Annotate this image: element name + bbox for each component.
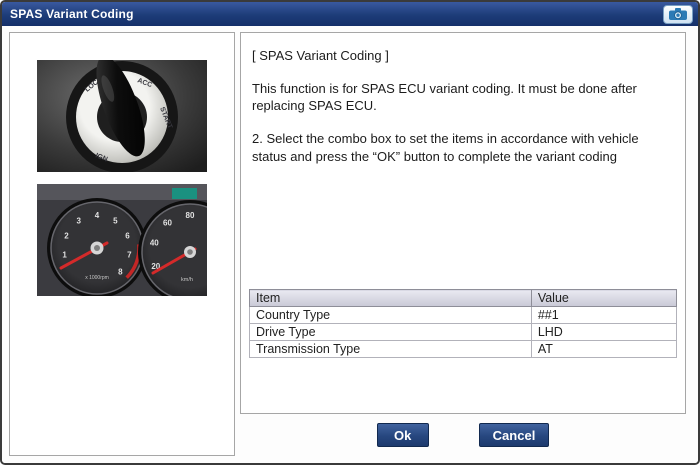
instruction-text-2: 2. Select the combo box to set the items… (252, 130, 674, 164)
table-row: Country Type ##1 (250, 307, 677, 324)
titlebar: SPAS Variant Coding (2, 2, 698, 26)
window-title: SPAS Variant Coding (10, 7, 134, 21)
button-row: Ok Cancel (240, 423, 686, 447)
instruction-panel: [ SPAS Variant Coding ] This function is… (240, 32, 686, 414)
tach-number: 1 (62, 250, 67, 259)
indicator-light (172, 188, 197, 199)
value-combo-drive-type[interactable]: LHD (531, 324, 676, 341)
spas-variant-coding-window: SPAS Variant Coding (0, 0, 700, 465)
speed-number: 40 (150, 238, 159, 247)
instrument-cluster-photo: 1 2 3 4 5 6 7 8 x 1000rpm (37, 184, 207, 296)
table-row: Transmission Type AT (250, 341, 677, 358)
variant-table: Item Value Country Type ##1 Drive Type L… (249, 289, 677, 358)
speed-unit-label: km/h (181, 277, 193, 283)
table-header-item: Item (250, 290, 532, 307)
item-cell-transmission-type: Transmission Type (250, 341, 532, 358)
window-content: LOCK ACC START IGN (2, 26, 698, 463)
cluster-photo-art: 1 2 3 4 5 6 7 8 x 1000rpm (37, 184, 207, 296)
tach-number: 3 (76, 217, 81, 226)
speed-number: 80 (186, 211, 195, 220)
tach-number: 2 (64, 231, 69, 240)
ignition-photo: LOCK ACC START IGN (37, 60, 207, 172)
instruction-text-1: This function is for SPAS ECU variant co… (252, 80, 674, 114)
camera-icon (668, 7, 688, 21)
value-combo-transmission-type[interactable]: AT (531, 341, 676, 358)
tach-unit-label: x 1000rpm (85, 275, 109, 281)
screenshot-button[interactable] (663, 5, 693, 24)
ok-button[interactable]: Ok (377, 423, 429, 447)
tach-number: 7 (127, 250, 132, 259)
speed-number: 60 (163, 219, 172, 228)
section-heading: [ SPAS Variant Coding ] (252, 47, 674, 64)
tach-number: 5 (113, 217, 118, 226)
image-panel: LOCK ACC START IGN (9, 32, 235, 456)
cancel-button[interactable]: Cancel (479, 423, 550, 447)
table-header-row: Item Value (250, 290, 677, 307)
tachometer-gauge: 1 2 3 4 5 6 7 8 x 1000rpm (47, 198, 147, 296)
item-cell-country-type: Country Type (250, 307, 532, 324)
tach-number: 6 (125, 231, 130, 240)
table-row: Drive Type LHD (250, 324, 677, 341)
ignition-photo-art: LOCK ACC START IGN (37, 60, 207, 172)
tach-number: 8 (118, 267, 123, 276)
item-cell-drive-type: Drive Type (250, 324, 532, 341)
tach-number: 4 (95, 211, 100, 220)
table-header-value: Value (531, 290, 676, 307)
value-combo-country-type[interactable]: ##1 (531, 307, 676, 324)
